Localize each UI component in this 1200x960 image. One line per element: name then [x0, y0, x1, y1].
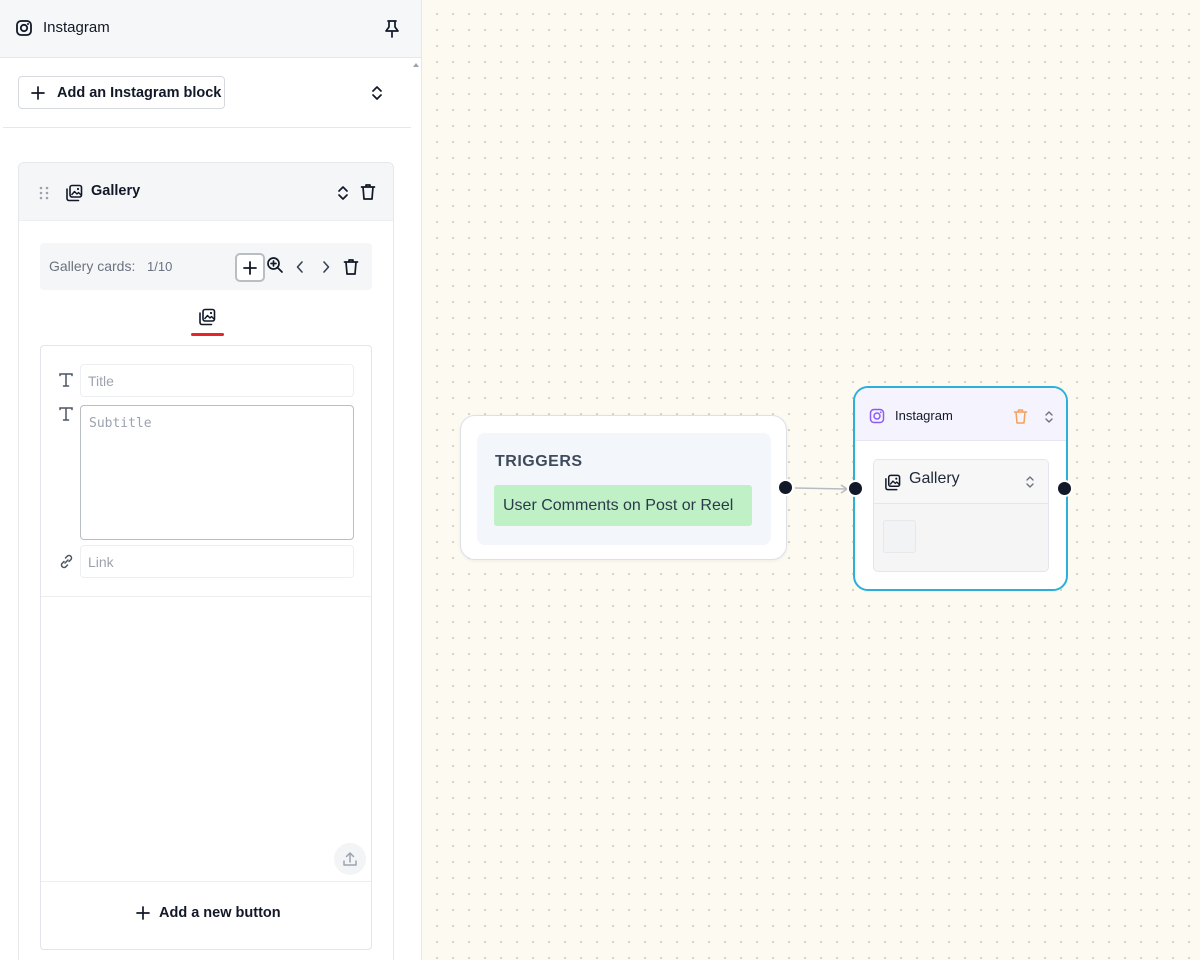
link-icon — [58, 553, 75, 570]
card-editor: Add a new button — [40, 345, 372, 950]
gallery-block-header: Gallery — [19, 163, 393, 221]
instagram-node-gallery-block[interactable]: Gallery — [873, 459, 1049, 572]
text-icon — [58, 406, 74, 422]
gallery-icon — [65, 184, 83, 202]
text-icon — [58, 372, 74, 388]
chevron-updown-icon[interactable] — [1043, 409, 1055, 425]
chevron-left-icon[interactable] — [295, 260, 305, 274]
divider — [3, 127, 411, 128]
active-tab-indicator — [191, 333, 224, 336]
chevron-updown-icon[interactable] — [335, 183, 351, 203]
gallery-block-title: Gallery — [91, 183, 141, 199]
add-card-button[interactable] — [235, 253, 265, 282]
instagram-icon — [15, 19, 33, 37]
plus-icon — [31, 85, 45, 100]
add-new-button[interactable]: Add a new button — [136, 902, 281, 924]
plus-icon — [136, 906, 150, 920]
trash-icon[interactable] — [343, 258, 359, 276]
drag-handle-icon[interactable] — [39, 186, 49, 200]
chevron-updown-icon[interactable] — [369, 84, 385, 102]
gallery-block-header: Gallery — [874, 460, 1048, 504]
card-title-input[interactable] — [80, 364, 354, 397]
gallery-block-title: Gallery — [909, 470, 960, 487]
trigger-node-body: TRIGGERS User Comments on Post or Reel — [477, 433, 771, 545]
instagram-node[interactable]: Instagram Gallery — [853, 386, 1068, 591]
instagram-icon — [869, 408, 885, 424]
panel-header: Instagram — [0, 0, 421, 58]
gallery-cards-label: Gallery cards: — [49, 258, 136, 274]
gallery-icon — [884, 474, 901, 491]
flow-canvas[interactable]: TRIGGERS User Comments on Post or Reel I… — [423, 0, 1200, 960]
gallery-cards-toolbar: Gallery cards: 1/10 — [40, 243, 372, 290]
block-editor-panel: Instagram Add an Instagram block Gallery — [0, 0, 422, 960]
instagram-input-handle[interactable] — [847, 480, 864, 497]
gallery-block: Gallery Gallery cards: 1/10 Title Subtit… — [18, 162, 394, 960]
scrollbar-up-arrow[interactable] — [411, 60, 421, 70]
instagram-node-header: Instagram — [855, 388, 1066, 441]
zoom-in-icon[interactable] — [266, 256, 284, 274]
gallery-cards-count: 1/10 — [147, 259, 173, 274]
card-link-input[interactable] — [80, 545, 354, 578]
gallery-card-thumbnail[interactable] — [883, 520, 916, 553]
instagram-output-handle[interactable] — [1056, 480, 1073, 497]
trigger-title: TRIGGERS — [495, 453, 583, 470]
upload-icon — [341, 850, 359, 868]
pin-icon[interactable] — [383, 19, 401, 39]
trash-icon[interactable] — [1013, 408, 1028, 425]
chevron-right-icon[interactable] — [321, 260, 331, 274]
trigger-output-handle[interactable] — [777, 479, 794, 496]
trigger-chip[interactable]: User Comments on Post or Reel — [494, 485, 752, 526]
upload-image-button[interactable] — [334, 843, 366, 875]
trigger-node[interactable]: TRIGGERS User Comments on Post or Reel — [460, 415, 787, 560]
instagram-node-title: Instagram — [895, 408, 953, 423]
panel-title: Instagram — [43, 19, 110, 36]
chevron-updown-icon[interactable] — [1024, 474, 1036, 490]
divider — [41, 596, 371, 597]
trash-icon[interactable] — [360, 183, 376, 201]
add-instagram-block-button[interactable]: Add an Instagram block — [18, 76, 225, 109]
add-button-label: Add a new button — [159, 905, 281, 921]
gallery-icon — [198, 308, 216, 326]
divider — [41, 881, 371, 882]
card-tab-1[interactable] — [189, 306, 225, 338]
card-subtitle-input[interactable] — [80, 405, 354, 540]
add-block-label: Add an Instagram block — [57, 84, 222, 101]
